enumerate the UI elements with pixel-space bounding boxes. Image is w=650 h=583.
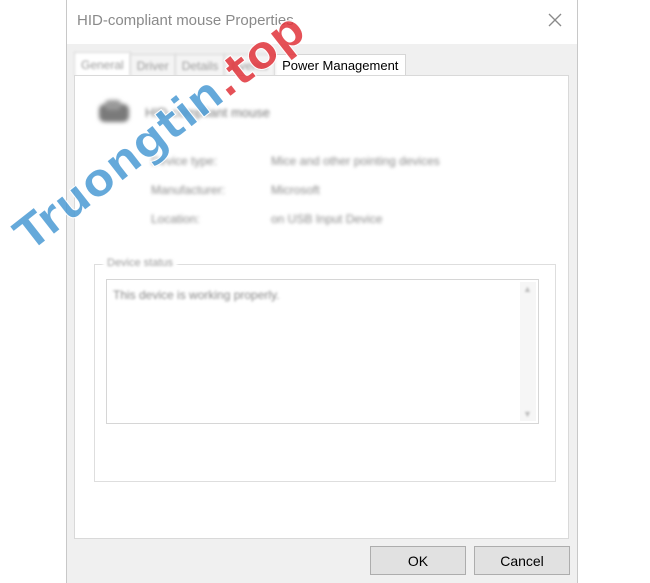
general-tab-panel: HID-compliant mouse Device type: Mice an… xyxy=(74,75,569,539)
properties-dialog: HID-compliant mouse Properties General D… xyxy=(66,0,578,583)
manufacturer-value: Microsoft xyxy=(271,183,320,197)
tab-events[interactable]: Events xyxy=(224,54,276,76)
close-icon xyxy=(548,13,562,27)
title-bar: HID-compliant mouse Properties xyxy=(67,0,577,44)
tab-power-management[interactable]: Power Management xyxy=(274,54,407,76)
device-status-group: Device status This device is working pro… xyxy=(94,257,556,482)
mouse-icon xyxy=(99,100,129,122)
tab-driver[interactable]: Driver xyxy=(129,54,176,76)
property-row: Location: on USB Input Device xyxy=(151,212,531,241)
device-name: HID-compliant mouse xyxy=(145,104,270,120)
manufacturer-label: Manufacturer: xyxy=(151,183,226,197)
device-status-textbox[interactable]: This device is working properly. ▲ ▼ xyxy=(106,279,539,424)
scroll-down-arrow-icon[interactable]: ▼ xyxy=(523,409,532,419)
property-row: Device type: Mice and other pointing dev… xyxy=(151,154,531,183)
tab-strip: General Driver Details Events Power Mana… xyxy=(74,52,407,76)
device-type-value: Mice and other pointing devices xyxy=(271,154,440,168)
scroll-up-arrow-icon[interactable]: ▲ xyxy=(523,284,532,294)
tab-details[interactable]: Details xyxy=(174,54,226,76)
location-label: Location: xyxy=(151,212,200,226)
device-status-text: This device is working properly. xyxy=(113,288,280,302)
device-type-label: Device type: xyxy=(151,154,218,168)
device-header: HID-compliant mouse xyxy=(97,98,270,126)
ok-button[interactable]: OK xyxy=(370,546,466,575)
device-status-legend: Device status xyxy=(103,257,178,269)
location-value: on USB Input Device xyxy=(271,212,383,226)
property-row: Manufacturer: Microsoft xyxy=(151,183,531,212)
device-properties: Device type: Mice and other pointing dev… xyxy=(151,154,531,241)
window-title: HID-compliant mouse Properties xyxy=(77,12,294,29)
status-scrollbar[interactable]: ▲ ▼ xyxy=(520,282,536,421)
close-button[interactable] xyxy=(545,10,565,30)
cancel-button[interactable]: Cancel xyxy=(474,546,570,575)
tab-general[interactable]: General xyxy=(74,52,131,76)
